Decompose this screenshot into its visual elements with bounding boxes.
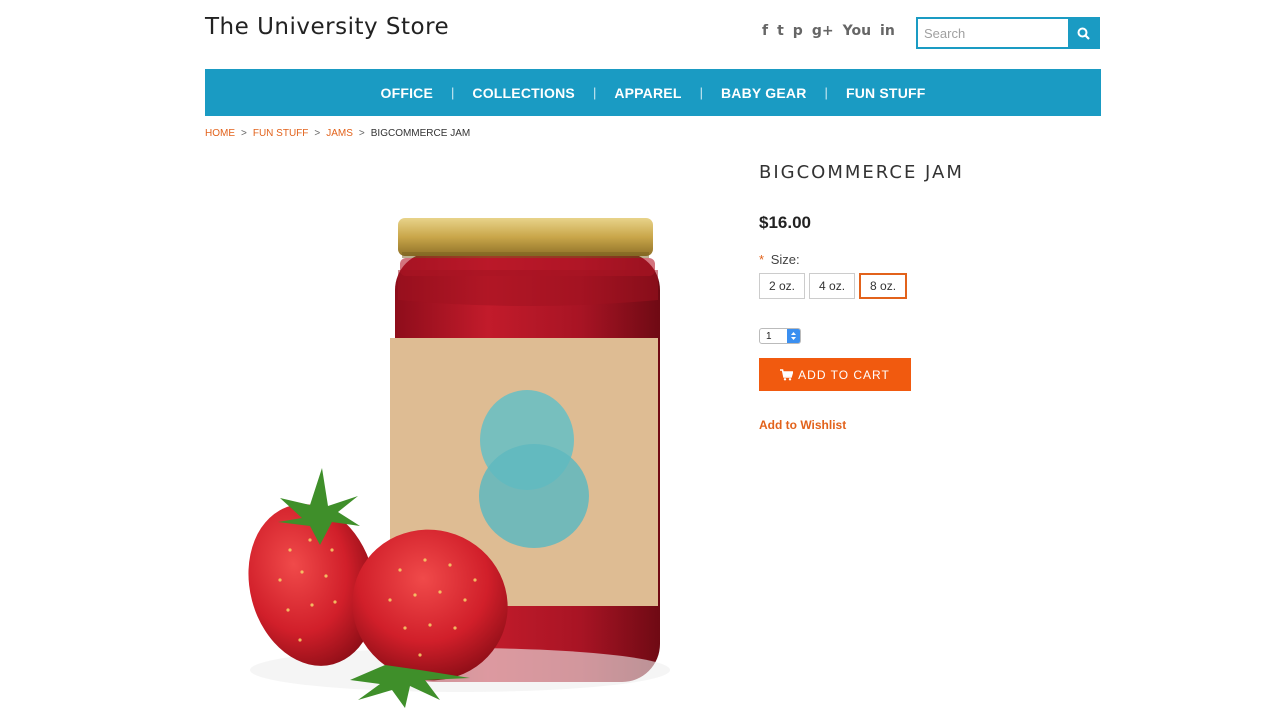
search-button[interactable] <box>1068 19 1098 47</box>
twitter-icon[interactable]: t <box>777 22 784 40</box>
nav-item-collections[interactable]: COLLECTIONS <box>472 85 575 101</box>
add-to-wishlist-link[interactable]: Add to Wishlist <box>759 418 846 432</box>
product-price: $16.00 <box>759 213 811 232</box>
breadcrumb-current: BIGCOMMERCE JAM <box>370 128 471 139</box>
search-icon <box>1077 27 1090 40</box>
main-nav: OFFICE | COLLECTIONS | APPAREL | BABY GE… <box>205 69 1101 116</box>
size-label-text: Size: <box>770 252 800 267</box>
breadcrumb-jams[interactable]: JAMS <box>326 128 353 139</box>
linkedin-icon[interactable]: in <box>880 22 895 40</box>
social-links: f t p g+ You in <box>762 22 895 40</box>
nav-item-baby-gear[interactable]: BABY GEAR <box>721 85 807 101</box>
breadcrumb-fun-stuff[interactable]: FUN STUFF <box>253 128 309 139</box>
required-marker: * <box>759 252 765 267</box>
nav-divider: | <box>592 85 597 100</box>
size-option-8oz[interactable]: 8 oz. <box>859 273 908 299</box>
breadcrumb-separator: > <box>241 128 247 139</box>
nav-item-office[interactable]: OFFICE <box>380 85 433 101</box>
google-plus-icon[interactable]: g+ <box>812 22 834 40</box>
nav-divider: | <box>699 85 703 100</box>
breadcrumb-separator: > <box>314 128 321 139</box>
pinterest-icon[interactable]: p <box>793 22 803 40</box>
add-to-cart-label: ADD TO CART <box>798 367 890 382</box>
youtube-icon[interactable]: You <box>843 22 871 40</box>
store-title[interactable]: The University Store <box>205 14 449 40</box>
size-option-2oz[interactable]: 2 oz. <box>759 273 806 299</box>
breadcrumb-home[interactable]: HOME <box>205 128 235 139</box>
quantity-stepper[interactable]: 1 <box>759 328 801 344</box>
product-image[interactable] <box>240 200 680 720</box>
breadcrumb: HOME > FUN STUFF > JAMS > BIGCOMMERCE JA… <box>205 128 470 139</box>
quantity-value: 1 <box>766 330 772 342</box>
size-option-4oz[interactable]: 4 oz. <box>809 273 856 299</box>
nav-divider: | <box>451 85 455 100</box>
search-box <box>916 17 1100 49</box>
stepper-arrows-icon[interactable] <box>787 329 800 343</box>
size-options: 2 oz. 4 oz. 8 oz. <box>759 273 908 299</box>
breadcrumb-separator: > <box>358 128 365 139</box>
size-label: * Size: <box>759 252 800 267</box>
nav-item-apparel[interactable]: APPAREL <box>614 85 681 101</box>
cart-icon <box>780 368 794 380</box>
search-input[interactable] <box>918 19 1068 47</box>
add-to-cart-button[interactable]: ADD TO CART <box>759 358 911 391</box>
nav-divider: | <box>824 85 828 100</box>
nav-item-fun-stuff[interactable]: FUN STUFF <box>846 85 926 101</box>
facebook-icon[interactable]: f <box>762 22 768 40</box>
product-title: BIGCOMMERCE JAM <box>759 162 964 183</box>
